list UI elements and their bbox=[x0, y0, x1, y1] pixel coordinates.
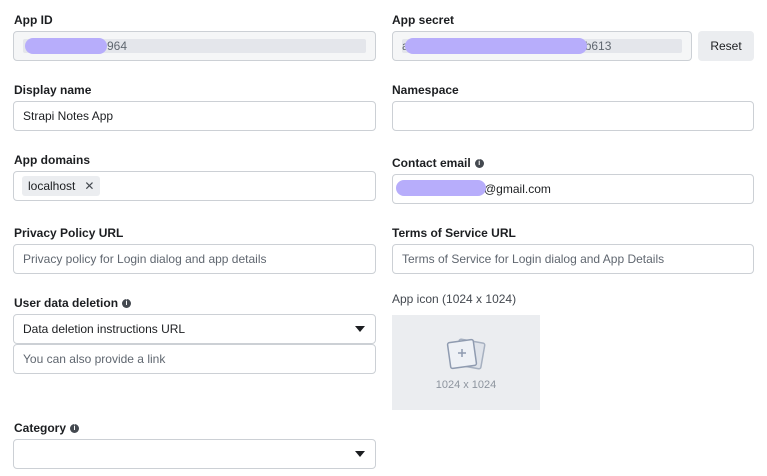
privacy-policy-input[interactable]: Privacy policy for Login dialog and app … bbox=[13, 244, 376, 274]
info-icon[interactable]: i bbox=[474, 158, 484, 168]
app-id-value: 964 bbox=[107, 39, 128, 53]
chevron-down-icon bbox=[355, 326, 365, 332]
display-name-label-wrap: Display name bbox=[14, 83, 92, 97]
domain-chip: localhost ✕ bbox=[22, 176, 101, 196]
contact-email-redaction bbox=[396, 180, 486, 196]
domain-chip-label: localhost bbox=[28, 179, 76, 193]
privacy-policy-placeholder: Privacy policy for Login dialog and app … bbox=[23, 252, 267, 266]
app-secret-label-wrap: App secret bbox=[392, 13, 455, 27]
app-secret-suffix: b613 bbox=[584, 39, 612, 53]
user-data-deletion-selected: Data deletion instructions URL bbox=[23, 322, 186, 336]
info-icon[interactable]: i bbox=[70, 423, 80, 433]
info-icon[interactable]: i bbox=[122, 298, 132, 308]
user-data-deletion-link-placeholder: You can also provide a link bbox=[23, 352, 166, 366]
app-icon-label-wrap: App icon (1024 x 1024) bbox=[392, 292, 517, 306]
contact-email-value: @gmail.com bbox=[484, 182, 551, 196]
app-id-label: App ID bbox=[14, 13, 53, 27]
terms-label-wrap: Terms of Service URL bbox=[392, 226, 516, 240]
namespace-input[interactable] bbox=[392, 101, 754, 131]
user-data-deletion-label: User data deletion bbox=[14, 296, 119, 310]
terms-input[interactable]: Terms of Service for Login dialog and Ap… bbox=[392, 244, 754, 274]
user-data-deletion-label-wrap: User data deletion i bbox=[14, 296, 132, 310]
category-label-wrap: Category i bbox=[14, 421, 80, 435]
app-icon-size-text: 1024 x 1024 bbox=[435, 378, 497, 391]
category-select[interactable] bbox=[13, 439, 376, 469]
reset-button[interactable]: Reset bbox=[698, 31, 754, 61]
app-domains-input[interactable]: localhost ✕ bbox=[13, 171, 376, 201]
display-name-input[interactable]: Strapi Notes App bbox=[13, 101, 376, 131]
app-id-redaction bbox=[25, 38, 107, 54]
contact-email-label-wrap: Contact email i bbox=[392, 156, 484, 170]
contact-email-label: Contact email bbox=[392, 156, 471, 170]
app-domains-label-wrap: App domains bbox=[14, 153, 91, 167]
privacy-policy-label-wrap: Privacy Policy URL bbox=[14, 226, 124, 240]
user-data-deletion-select[interactable]: Data deletion instructions URL bbox=[13, 314, 376, 344]
app-icon-upload[interactable]: 1024 x 1024 bbox=[392, 315, 540, 410]
user-data-deletion-link-input[interactable]: You can also provide a link bbox=[13, 344, 376, 374]
display-name-value: Strapi Notes App bbox=[23, 109, 114, 123]
chevron-down-icon bbox=[355, 451, 365, 457]
terms-placeholder: Terms of Service for Login dialog and Ap… bbox=[402, 252, 665, 266]
app-secret-redaction bbox=[405, 38, 587, 54]
remove-chip-icon[interactable]: ✕ bbox=[84, 179, 94, 193]
image-placeholder-icon bbox=[446, 338, 486, 369]
category-label: Category bbox=[14, 421, 67, 435]
namespace-label-wrap: Namespace bbox=[392, 83, 459, 97]
